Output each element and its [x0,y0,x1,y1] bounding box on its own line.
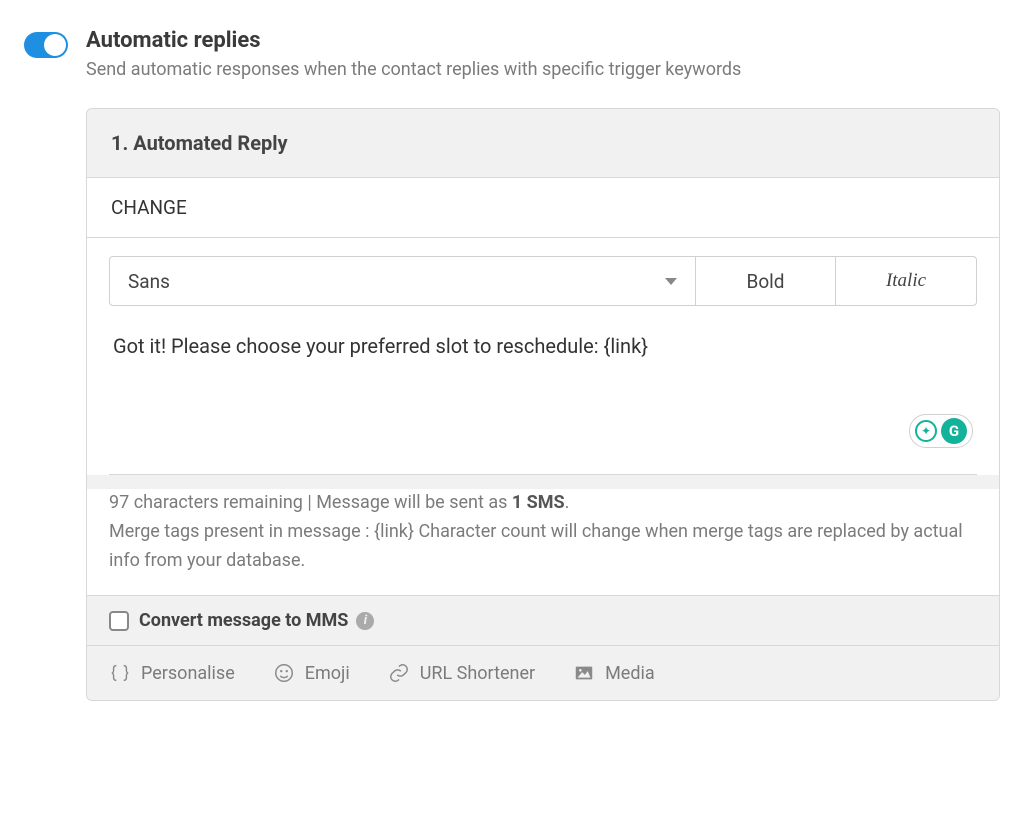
bold-button[interactable]: Bold [696,257,836,305]
image-icon [573,662,595,684]
info-icon[interactable]: i [356,612,374,630]
sent-as-count: 1 SMS [512,492,565,513]
italic-button[interactable]: Italic [836,257,976,305]
convert-to-mms-row: Convert message to MMS i [87,595,999,646]
url-shortener-button[interactable]: URL Shortener [388,662,535,684]
merge-tags-note: Merge tags present in message : {link} C… [109,521,963,571]
page-title: Automatic replies [86,28,741,53]
editor-actions: Personalise Emoji URL Shortener Media [87,646,999,700]
toggle-knob [44,34,66,56]
emoji-icon [273,662,295,684]
media-button[interactable]: Media [573,662,655,684]
emoji-label: Emoji [305,663,350,684]
media-label: Media [605,663,655,684]
automated-reply-card: 1. Automated Reply CHANGE Sans Bold Ital… [86,108,1000,701]
personalise-label: Personalise [141,663,235,684]
automatic-replies-header: Automatic replies Send automatic respons… [24,28,1000,80]
automatic-replies-toggle[interactable] [24,32,68,58]
sent-as-prefix: Message will be sent as [316,492,512,513]
grammarly-tip-icon: ✦ [915,420,937,442]
font-selected-label: Sans [128,270,170,293]
convert-to-mms-label: Convert message to MMS i [139,610,374,631]
grammarly-widget[interactable]: ✦ G [909,414,973,448]
header-text: Automatic replies Send automatic respons… [86,28,741,80]
page-subtitle: Send automatic responses when the contac… [86,59,741,80]
card-title: 1. Automated Reply [87,109,999,178]
trigger-keyword-field[interactable]: CHANGE [87,178,999,238]
personalise-button[interactable]: Personalise [109,662,235,684]
braces-icon [109,662,131,684]
url-shortener-label: URL Shortener [420,663,535,684]
grammarly-icon: G [941,418,967,444]
chevron-down-icon [665,278,677,285]
message-body-text: Got it! Please choose your preferred slo… [113,334,648,358]
divider [109,474,977,475]
message-editor: Sans Bold Italic Got it! Please choose y… [87,238,999,475]
emoji-button[interactable]: Emoji [273,662,350,684]
character-meta: 97 characters remaining | Message will b… [87,489,999,595]
message-textarea[interactable]: Got it! Please choose your preferred slo… [109,306,977,456]
font-select[interactable]: Sans [110,257,696,305]
link-icon [388,662,410,684]
editor-toolbar: Sans Bold Italic [109,256,977,306]
convert-to-mms-checkbox[interactable] [109,611,129,631]
chars-remaining: 97 characters remaining [109,492,303,513]
